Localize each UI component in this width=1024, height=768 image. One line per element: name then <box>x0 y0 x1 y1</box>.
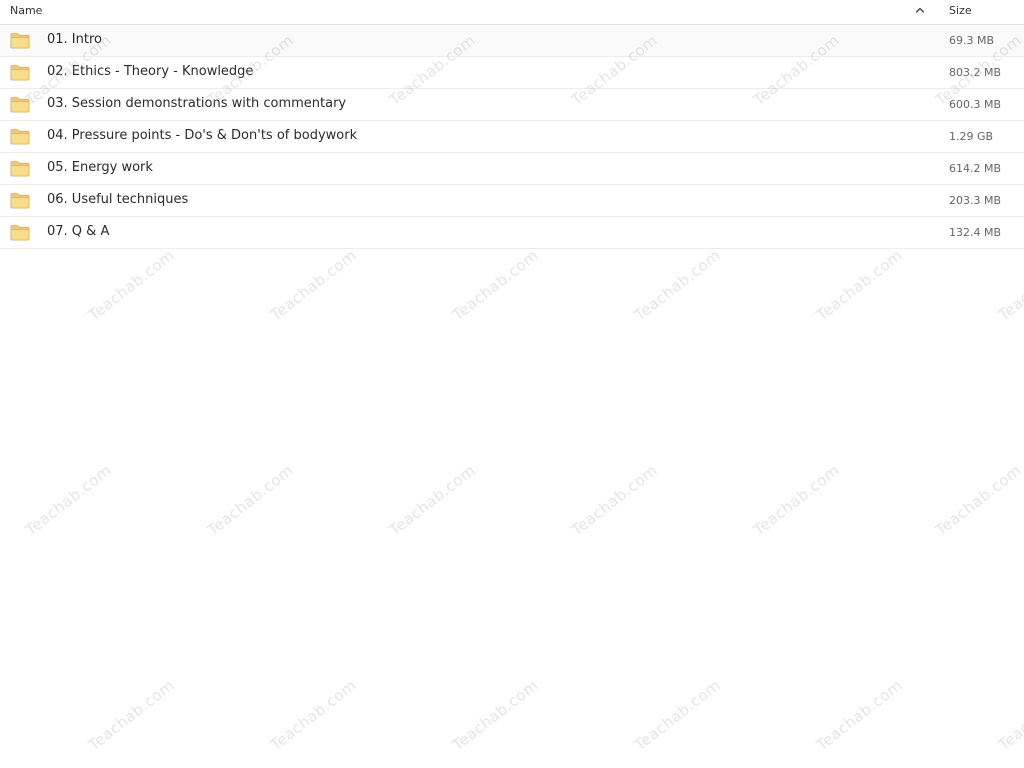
list-item[interactable]: 03. Session demonstrations with commenta… <box>0 89 1024 121</box>
watermark-text: Teachab.com <box>449 246 542 325</box>
file-name: 01. Intro <box>47 32 102 47</box>
file-name: 07. Q & A <box>47 224 110 239</box>
watermark-text: Teachab.com <box>568 461 661 540</box>
watermark-text: Teachab.com <box>204 461 297 540</box>
list-item[interactable]: 04. Pressure points - Do's & Don'ts of b… <box>0 121 1024 153</box>
folder-icon <box>10 97 30 113</box>
watermark-text: Teachab.com <box>995 246 1024 325</box>
watermark-text: Teachab.com <box>85 676 178 755</box>
file-size: 69.3 MB <box>949 34 995 47</box>
column-header-size[interactable]: Size <box>949 4 972 17</box>
watermark-text: Teachab.com <box>631 676 724 755</box>
file-browser: Name Size 01. Intro 69.3 MB 02. Ethics -… <box>0 0 1024 768</box>
watermark-text: Teachab.com <box>22 461 115 540</box>
list-item[interactable]: 05. Energy work 614.2 MB <box>0 153 1024 185</box>
folder-icon <box>10 65 30 81</box>
folder-icon <box>10 129 30 145</box>
watermark-text: Teachab.com <box>932 461 1024 540</box>
file-size: 203.3 MB <box>949 194 1002 207</box>
watermark-text: Teachab.com <box>85 246 178 325</box>
watermark-text: Teachab.com <box>386 461 479 540</box>
file-size: 1.29 GB <box>949 130 994 143</box>
folder-icon <box>10 193 30 209</box>
list-item[interactable]: 07. Q & A 132.4 MB <box>0 217 1024 249</box>
watermark-text: Teachab.com <box>750 461 843 540</box>
file-list: 01. Intro 69.3 MB 02. Ethics - Theory - … <box>0 25 1024 249</box>
list-header: Name Size <box>0 0 1024 25</box>
list-item[interactable]: 01. Intro 69.3 MB <box>0 25 1024 57</box>
file-size: 600.3 MB <box>949 98 1002 111</box>
watermark-text: Teachab.com <box>813 246 906 325</box>
file-size: 614.2 MB <box>949 162 1002 175</box>
file-name: 03. Session demonstrations with commenta… <box>47 96 347 111</box>
watermark-text: Teachab.com <box>631 246 724 325</box>
list-item[interactable]: 06. Useful techniques 203.3 MB <box>0 185 1024 217</box>
watermark-text: Teachab.com <box>813 676 906 755</box>
file-name: 05. Energy work <box>47 160 153 175</box>
watermark-text: Teachab.com <box>449 676 542 755</box>
folder-icon <box>10 225 30 241</box>
file-size: 803.2 MB <box>949 66 1002 79</box>
file-name: 04. Pressure points - Do's & Don'ts of b… <box>47 128 358 143</box>
list-item[interactable]: 02. Ethics - Theory - Knowledge 803.2 MB <box>0 57 1024 89</box>
file-size: 132.4 MB <box>949 226 1002 239</box>
folder-icon <box>10 161 30 177</box>
watermark-text: Teachab.com <box>267 676 360 755</box>
column-header-name[interactable]: Name <box>10 4 42 17</box>
file-name: 06. Useful techniques <box>47 192 189 207</box>
watermark-text: Teachab.com <box>995 676 1024 755</box>
folder-icon <box>10 33 30 49</box>
chevron-up-icon[interactable] <box>912 2 928 18</box>
watermark-text: Teachab.com <box>267 246 360 325</box>
file-name: 02. Ethics - Theory - Knowledge <box>47 64 254 79</box>
